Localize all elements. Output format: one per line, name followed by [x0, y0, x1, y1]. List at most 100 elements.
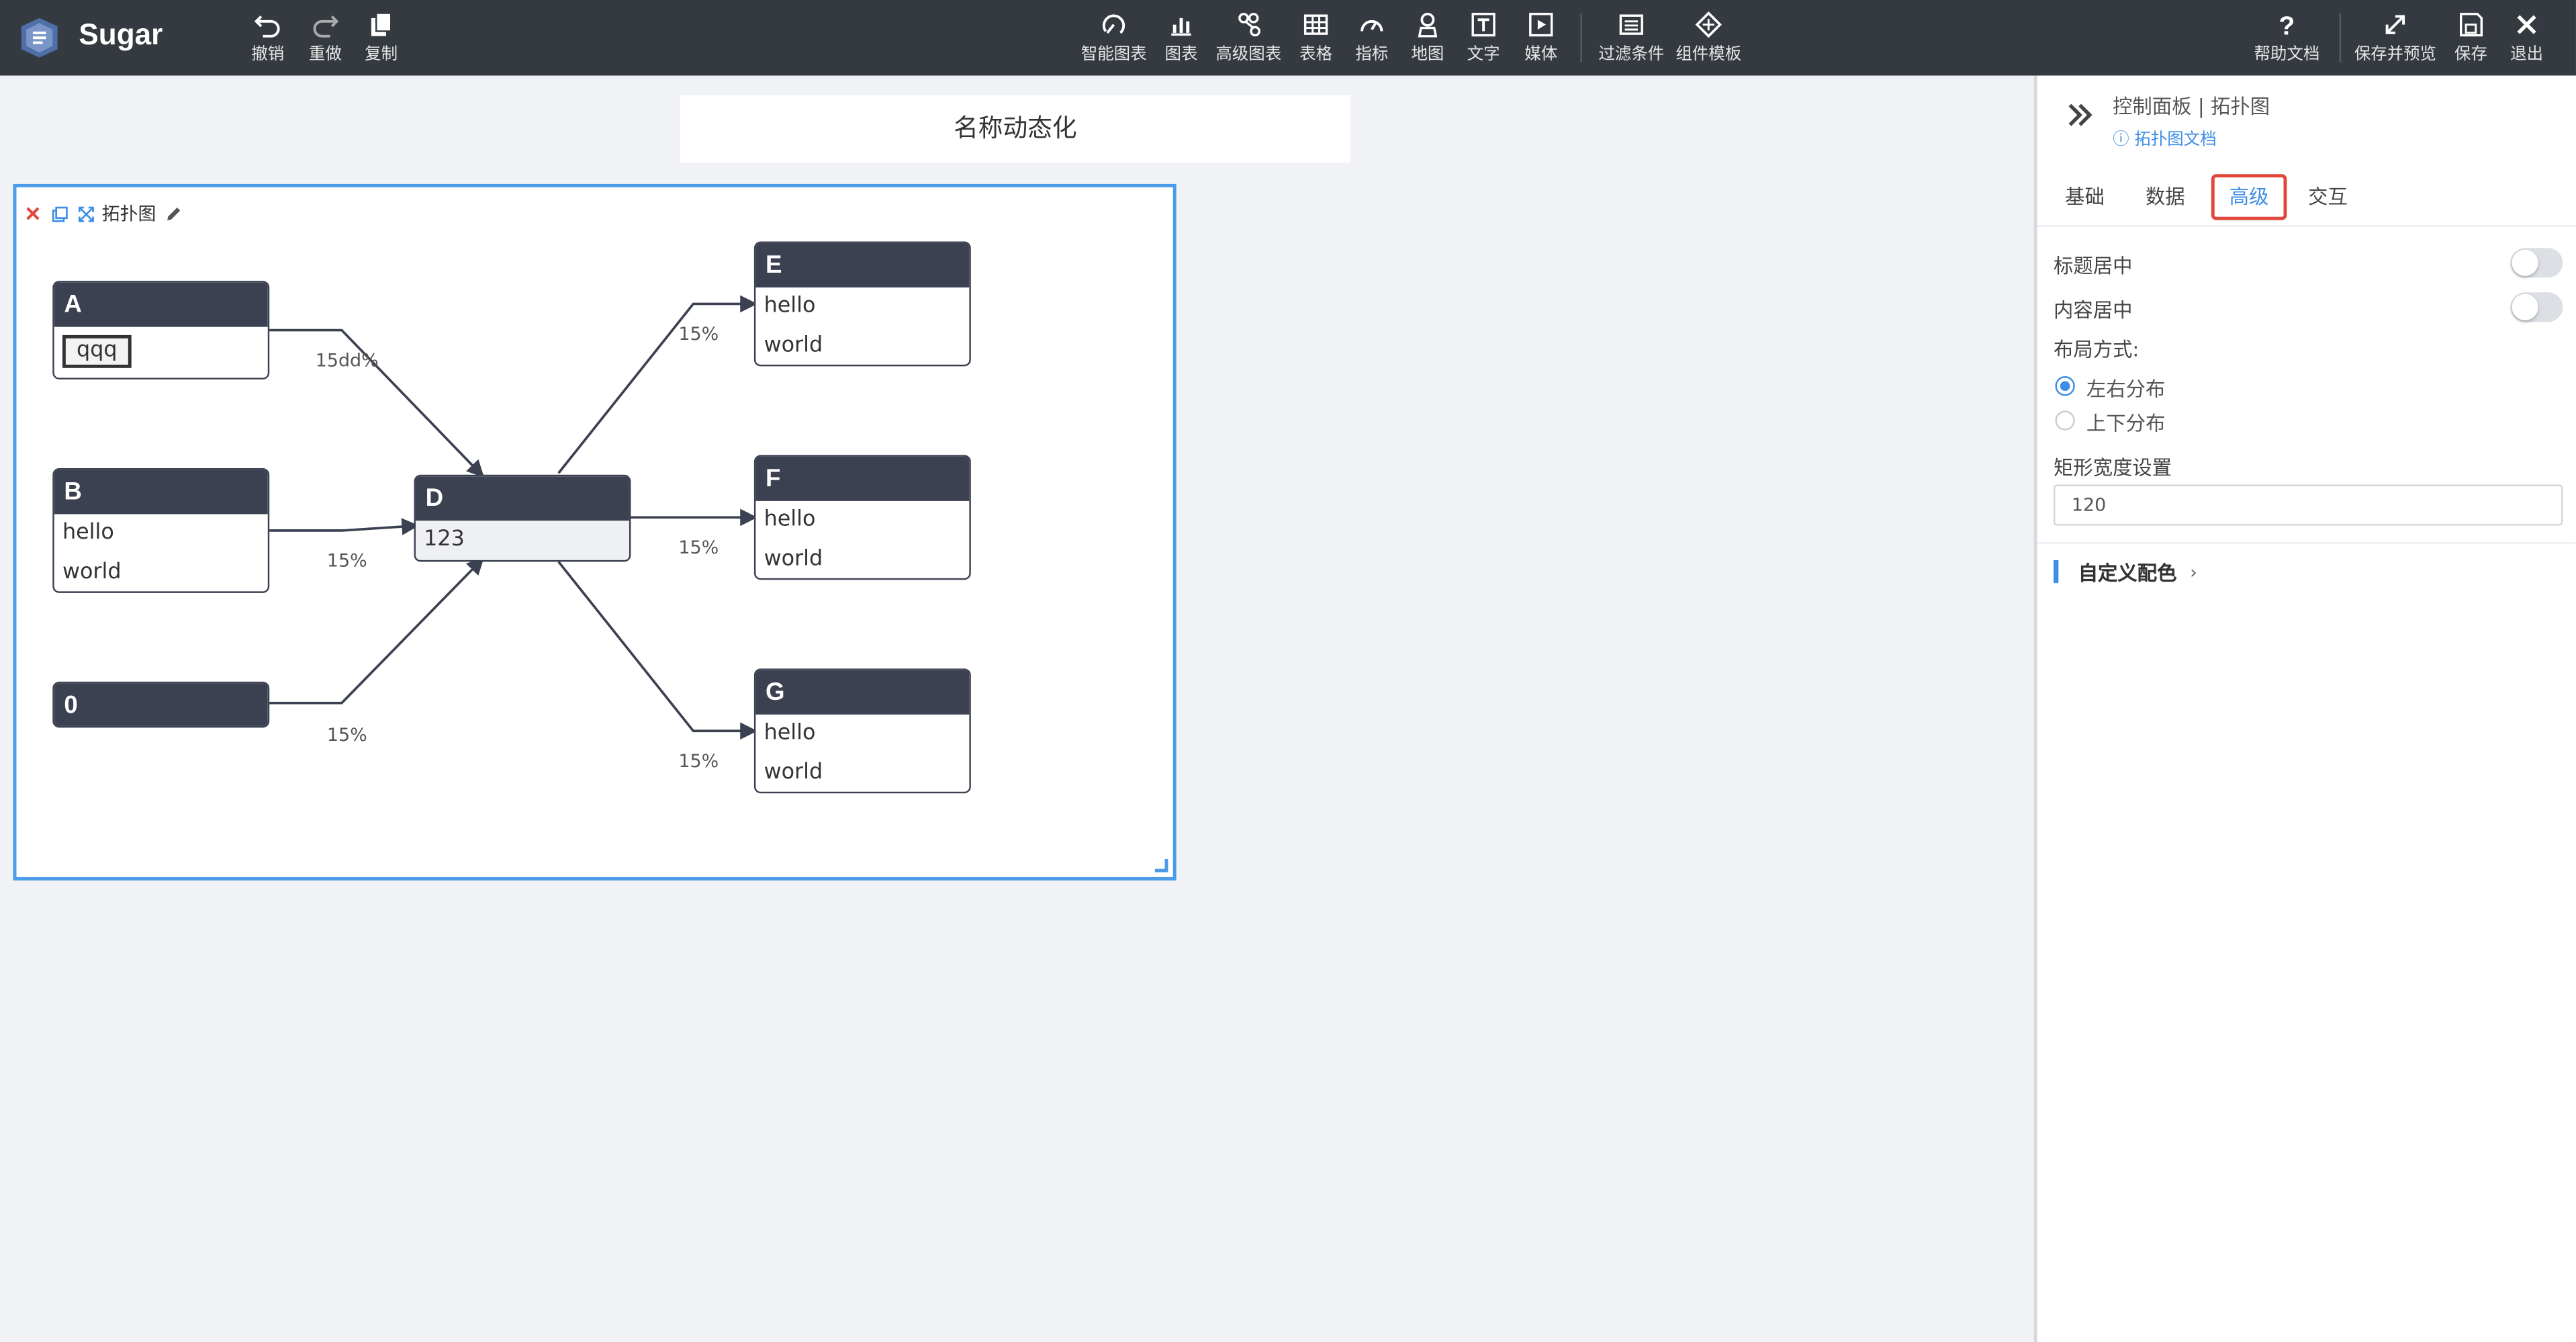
expand-icon [2385, 15, 2405, 34]
edge-o-d [269, 557, 485, 705]
advanced-chart-icon [1238, 13, 1260, 37]
copy-label: 复制 [365, 46, 398, 64]
panel-divider [2037, 542, 2576, 544]
edge-label-d-e: 15% [678, 323, 719, 345]
node-e-row: world [764, 333, 823, 359]
map-button[interactable]: 地图 [1405, 10, 1451, 69]
sugar-logo-icon [21, 17, 58, 58]
smart-chart-icon [1102, 14, 1125, 34]
content-center-toggle[interactable] [2510, 292, 2563, 322]
text-button[interactable]: 文字 [1461, 10, 1506, 69]
title-center-label: 标题居中 [2054, 255, 2133, 278]
advanced-chart-button[interactable]: 高级图表 [1212, 10, 1285, 69]
edge-b-d [269, 518, 419, 535]
control-panel: 控制面板 | 拓扑图 ⓘ 拓扑图文档 基础 数据 高级 交互 标题居中 内容居中… [2033, 75, 2576, 1342]
node-b-row: world [62, 560, 122, 585]
node-g-title: G [755, 670, 970, 715]
filter-icon [1619, 14, 1643, 35]
topology-node-d[interactable]: D 123 [414, 474, 631, 562]
edge-label-o-d: 15% [326, 724, 367, 746]
node-a-input[interactable]: qqq [62, 334, 132, 368]
advanced-chart-label: 高级图表 [1215, 46, 1282, 64]
topology-node-0[interactable]: 0 [52, 681, 270, 728]
help-icon: ? [2279, 11, 2295, 39]
topology-node-g[interactable]: G hello world [753, 668, 971, 794]
redo-button[interactable]: 重做 [304, 10, 347, 69]
layout-option-vertical[interactable]: 上下分布 [2086, 409, 2165, 437]
topology-widget[interactable]: 拓扑图 15dd% 15% 15% 15% 15% 15% A qqq B he… [13, 183, 1177, 881]
undo-button[interactable]: 撤销 [246, 10, 289, 69]
custom-color-label: 自定义配色 [2078, 561, 2177, 584]
table-button[interactable]: 表格 [1293, 10, 1338, 69]
topology-node-f[interactable]: F hello world [753, 455, 971, 580]
rect-width-input[interactable]: 120 [2054, 484, 2563, 526]
tab-data[interactable]: 数据 [2134, 174, 2197, 220]
node-0-title: 0 [54, 683, 268, 726]
smart-chart-button[interactable]: 智能图表 [1078, 10, 1150, 69]
gauge-icon [1361, 19, 1383, 32]
node-f-row: hello [764, 507, 816, 533]
edge-label-b-d: 15% [326, 550, 367, 572]
exit-button[interactable]: 退出 [2503, 10, 2549, 69]
collapse-panel-icon[interactable] [2064, 99, 2097, 132]
node-d-title: D [415, 476, 629, 521]
template-icon [1695, 11, 1722, 38]
layout-option-horizontal[interactable]: 左右分布 [2086, 375, 2165, 403]
filter-label: 过滤条件 [1598, 46, 1665, 64]
edge-d-g [557, 561, 757, 740]
undo-label: 撤销 [251, 46, 285, 64]
save-button[interactable]: 保存 [2448, 10, 2493, 69]
node-b-row: hello [62, 521, 114, 545]
media-icon [1529, 13, 1553, 37]
tab-interaction[interactable]: 交互 [2297, 174, 2359, 220]
chart-button[interactable]: 图表 [1158, 10, 1204, 69]
close-icon [2517, 15, 2536, 34]
topology-node-a[interactable]: A qqq [52, 281, 270, 379]
copy-icon [371, 12, 392, 36]
tab-basic[interactable]: 基础 [2054, 174, 2116, 220]
media-button[interactable]: 媒体 [1518, 10, 1563, 69]
topology-node-e[interactable]: E hello world [753, 241, 971, 367]
save-preview-button[interactable]: 保存并预览 [2352, 10, 2438, 69]
template-label: 组件模板 [1675, 46, 1742, 64]
save-label: 保存 [2454, 46, 2487, 64]
template-button[interactable]: 组件模板 [1672, 10, 1745, 69]
section-accent-bar [2054, 560, 2059, 584]
node-f-title: F [755, 456, 970, 501]
indicator-button[interactable]: 指标 [1348, 10, 1394, 69]
node-e-title: E [755, 242, 970, 287]
table-icon [1303, 14, 1328, 35]
content-center-label: 内容居中 [2054, 299, 2133, 322]
rect-width-label: 矩形宽度设置 [2054, 456, 2172, 480]
doc-link[interactable]: ⓘ 拓扑图文档 [2113, 125, 2217, 150]
chart-label: 图表 [1164, 46, 1198, 64]
save-icon [2459, 13, 2483, 37]
help-circle-icon: ⓘ [2113, 131, 2135, 150]
edge-label-d-f: 15% [678, 537, 719, 559]
media-label: 媒体 [1524, 46, 1558, 64]
title-center-toggle[interactable] [2510, 248, 2563, 278]
edge-label-a-d: 15dd% [315, 349, 379, 371]
top-toolbar: Sugar 撤销 重做 复制 智能图表 图表 高级图表 表格 指标 地图 文字 … [0, 0, 2576, 76]
dashboard-title[interactable]: 名称动态化 [680, 95, 1350, 163]
layout-radio-horizontal[interactable] [2055, 376, 2075, 396]
exit-label: 退出 [2510, 46, 2544, 64]
copy-button[interactable]: 复制 [360, 10, 403, 69]
toolbar-divider [1580, 13, 1582, 62]
filter-button[interactable]: 过滤条件 [1595, 10, 1667, 69]
topology-node-b[interactable]: B hello world [52, 467, 270, 593]
custom-color-section[interactable]: 自定义配色 › [2054, 558, 2197, 584]
smart-chart-label: 智能图表 [1080, 46, 1147, 64]
help-doc-label: 帮助文档 [2254, 46, 2320, 64]
node-f-row: world [764, 547, 823, 572]
tab-advanced[interactable]: 高级 [2211, 174, 2287, 220]
layout-radio-vertical[interactable] [2055, 410, 2075, 431]
undo-icon [254, 15, 280, 38]
bar-chart-icon [1171, 17, 1191, 36]
help-doc-button[interactable]: ? 帮助文档 [2251, 10, 2324, 69]
save-preview-label: 保存并预览 [2354, 46, 2437, 64]
node-b-title: B [54, 469, 268, 515]
table-label: 表格 [1299, 46, 1333, 64]
resize-handle[interactable] [1154, 858, 1168, 873]
text-label: 文字 [1467, 46, 1500, 64]
